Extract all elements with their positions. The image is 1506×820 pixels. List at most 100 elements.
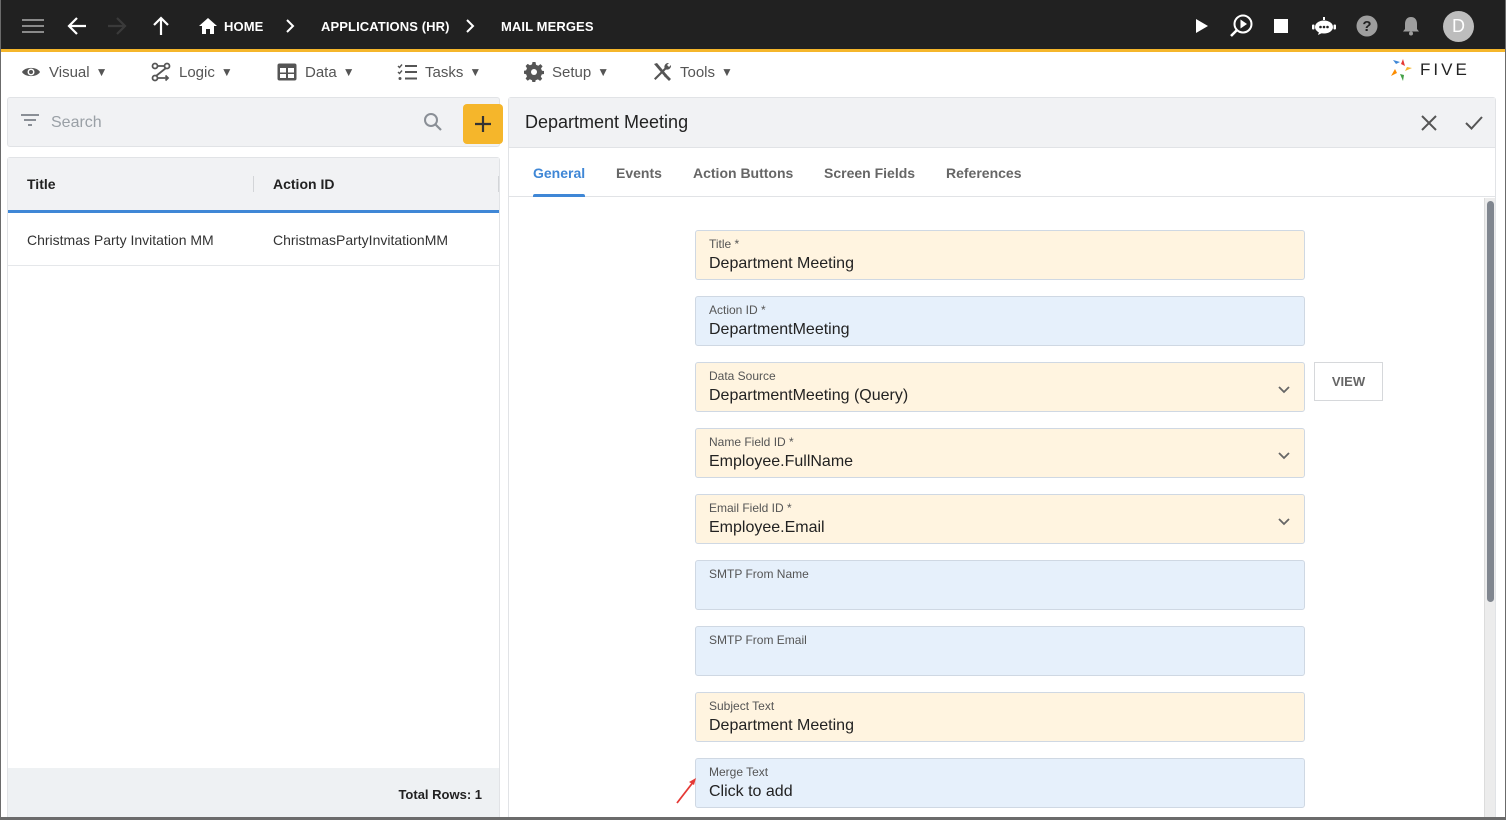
column-header-action-id[interactable]: Action ID — [273, 158, 334, 210]
up-arrow-icon[interactable] — [152, 0, 170, 52]
breadcrumb-home-label: HOME — [224, 18, 264, 34]
help-icon[interactable]: ? — [1356, 0, 1378, 52]
avatar-initial: D — [1452, 16, 1465, 36]
forward-arrow-icon[interactable] — [106, 0, 128, 52]
menu-bar: Visual ▼ Logic ▼ Data ▼ Tasks ▼ Setup ▼ … — [0, 55, 1506, 89]
play-icon[interactable] — [1195, 0, 1209, 52]
chevron-down-icon[interactable] — [1278, 447, 1290, 465]
mail-merge-list: Title Action ID Christmas Party Invitati… — [7, 157, 500, 820]
tab-screen-fields[interactable]: Screen Fields — [824, 148, 915, 197]
five-logo-icon — [1391, 59, 1412, 81]
field-label: Title * — [709, 237, 740, 251]
checklist-icon — [397, 63, 417, 81]
gear-icon — [524, 62, 544, 82]
breadcrumb-home[interactable]: HOME — [199, 0, 263, 52]
column-header-title[interactable]: Title — [27, 158, 56, 210]
data-source-select[interactable]: Data Source DepartmentMeeting (Query) — [695, 362, 1305, 412]
field-value: DepartmentMeeting (Query) — [709, 387, 909, 404]
menu-data[interactable]: Data ▼ — [277, 55, 355, 89]
caret-down-icon: ▼ — [95, 65, 108, 79]
back-arrow-icon[interactable] — [66, 0, 88, 52]
tools-icon — [652, 62, 672, 82]
menu-tasks[interactable]: Tasks ▼ — [397, 55, 481, 89]
name-field-id-select[interactable]: Name Field ID * Employee.FullName — [695, 428, 1305, 478]
column-resize-handle[interactable] — [498, 176, 499, 192]
top-bar: HOME APPLICATIONS (HR) MAIL MERGES ? D — [0, 0, 1506, 52]
action-id-field[interactable]: Action ID * DepartmentMeeting — [695, 296, 1305, 346]
tab-references[interactable]: References — [946, 148, 1022, 197]
field-value: DepartmentMeeting — [709, 321, 850, 338]
email-field-id-select[interactable]: Email Field ID * Employee.Email — [695, 494, 1305, 544]
breadcrumb-mail-merges-label: MAIL MERGES — [501, 18, 594, 34]
field-label: Action ID * — [709, 303, 766, 317]
caret-down-icon: ▼ — [597, 65, 610, 79]
merge-text-field[interactable]: Merge Text Click to add — [695, 758, 1305, 808]
tab-bar: General Events Action Buttons Screen Fie… — [509, 148, 1495, 197]
stop-icon[interactable] — [1274, 0, 1288, 52]
cell-action-id: ChristmasPartyInvitationMM — [273, 231, 449, 248]
detail-panel: Department Meeting General Events Action… — [508, 97, 1496, 820]
field-value: Click to add — [709, 783, 793, 800]
debug-run-icon[interactable] — [1228, 0, 1254, 52]
chevron-down-icon[interactable] — [1278, 381, 1290, 399]
tab-general[interactable]: General — [533, 148, 586, 197]
chevron-right-icon — [285, 0, 295, 52]
search-bar — [7, 97, 503, 147]
cell-title: Christmas Party Invitation MM — [27, 231, 214, 248]
breadcrumb-applications[interactable]: APPLICATIONS (HR) — [321, 0, 450, 52]
menu-visual[interactable]: Visual ▼ — [21, 55, 107, 89]
menu-icon[interactable] — [22, 0, 44, 52]
table-icon — [277, 63, 297, 81]
subject-text-field[interactable]: Subject Text Department Meeting — [695, 692, 1305, 742]
filter-icon[interactable] — [21, 113, 39, 132]
column-resize-handle[interactable] — [253, 176, 254, 192]
field-label: Subject Text — [709, 699, 775, 713]
breadcrumb-applications-label: APPLICATIONS (HR) — [321, 18, 450, 34]
smtp-from-email-field[interactable]: SMTP From Email — [695, 626, 1305, 676]
field-value: Employee.FullName — [709, 453, 854, 470]
total-rows-count: Total Rows: 1 — [398, 787, 482, 802]
chevron-down-icon[interactable] — [1278, 513, 1290, 531]
avatar[interactable]: D — [1443, 11, 1474, 42]
form-scrollbar[interactable] — [1484, 198, 1495, 820]
menu-visual-label: Visual — [49, 63, 90, 81]
menu-data-label: Data — [305, 63, 337, 81]
field-label: SMTP From Name — [709, 567, 809, 581]
menu-setup[interactable]: Setup ▼ — [524, 55, 609, 89]
view-data-source-button[interactable]: VIEW — [1314, 362, 1383, 401]
menu-tasks-label: Tasks — [425, 63, 464, 81]
menu-setup-label: Setup — [552, 63, 592, 81]
chevron-right-icon — [465, 0, 475, 52]
add-button[interactable] — [463, 104, 503, 144]
table-row[interactable]: Christmas Party Invitation MM ChristmasP… — [8, 213, 499, 266]
chat-bot-icon[interactable] — [1311, 0, 1337, 52]
breadcrumb-mail-merges[interactable]: MAIL MERGES — [501, 0, 594, 52]
eye-icon — [21, 65, 41, 79]
menu-tools[interactable]: Tools ▼ — [652, 55, 733, 89]
caret-down-icon: ▼ — [469, 65, 482, 79]
caret-down-icon: ▼ — [721, 65, 733, 79]
detail-title: Department Meeting — [525, 112, 689, 132]
notifications-bell-icon[interactable] — [1402, 0, 1420, 52]
plus-icon — [475, 116, 491, 132]
caret-down-icon: ▼ — [220, 65, 233, 79]
smtp-from-name-field[interactable]: SMTP From Name — [695, 560, 1305, 610]
field-label: Data Source — [709, 369, 776, 383]
list-header: Title Action ID — [8, 158, 499, 213]
menu-tools-label: Tools — [680, 63, 716, 81]
menu-logic[interactable]: Logic ▼ — [151, 55, 233, 89]
title-field[interactable]: Title * Department Meeting — [695, 230, 1305, 280]
scrollbar-thumb[interactable] — [1487, 201, 1494, 602]
search-input[interactable] — [51, 108, 411, 138]
close-icon[interactable] — [1420, 111, 1438, 137]
check-icon[interactable] — [1464, 111, 1484, 137]
field-label: Name Field ID * — [709, 435, 794, 449]
tab-action-buttons[interactable]: Action Buttons — [693, 148, 793, 197]
five-logo: FIVE — [1390, 58, 1470, 82]
field-value: Department Meeting — [709, 255, 854, 272]
home-icon — [199, 18, 217, 34]
search-icon[interactable] — [423, 112, 443, 137]
tab-events[interactable]: Events — [616, 148, 662, 197]
five-logo-text: FIVE — [1420, 60, 1470, 79]
field-label: Email Field ID * — [709, 501, 792, 515]
